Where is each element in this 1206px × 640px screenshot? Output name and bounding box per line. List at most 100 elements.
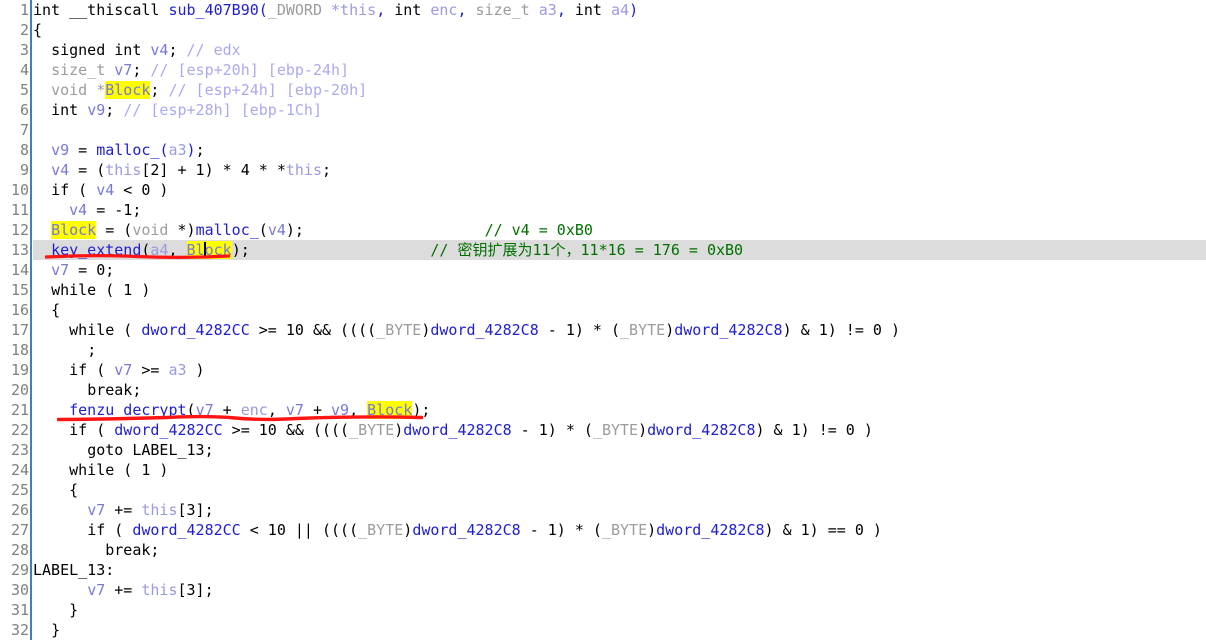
line-number: 13: [10, 241, 29, 259]
global-dword-4282CC[interactable]: dword_4282CC: [114, 421, 222, 439]
local-var-v7[interactable]: v7: [51, 261, 69, 279]
global-dword-4282C8[interactable]: dword_4282C8: [647, 421, 755, 439]
pseudocode-editor[interactable]: 1 2 3 4 5 6 7 8 9 10 11 12 13 14 15 16 1…: [0, 0, 1206, 640]
cast-byte: _BYTE: [592, 421, 639, 439]
code-line-28[interactable]: break;: [33, 540, 1206, 560]
kw-signed: signed: [51, 41, 106, 59]
local-var-v9[interactable]: v9: [51, 141, 69, 159]
empty-statement: ;: [87, 341, 97, 359]
local-var-v7[interactable]: v7: [114, 61, 132, 79]
code-line-17[interactable]: while ( dword_4282CC >= 10 && ((((_BYTE)…: [33, 320, 1206, 340]
code-line-1[interactable]: int __thiscall sub_407B90(_DWORD *this, …: [33, 0, 1206, 20]
code-line-29[interactable]: LABEL_13:: [33, 560, 1206, 580]
type-int: int: [114, 41, 142, 59]
global-dword-4282CC[interactable]: dword_4282CC: [132, 521, 240, 539]
code-line-31[interactable]: }: [33, 600, 1206, 620]
line-number: 28: [10, 541, 29, 559]
param-a4: a4: [150, 241, 169, 259]
code-line-15[interactable]: while ( 1 ): [33, 280, 1206, 300]
line-number: 29: [10, 561, 29, 579]
code-line-5[interactable]: void *Block; // [esp+24h] [ebp-20h]: [33, 80, 1206, 100]
kw-goto: goto: [87, 441, 124, 459]
code-line-14[interactable]: v7 = 0;: [33, 260, 1206, 280]
code-line-7[interactable]: [33, 120, 1206, 140]
code-line-23[interactable]: goto LABEL_13;: [33, 440, 1206, 460]
global-dword-4282C8[interactable]: dword_4282C8: [430, 321, 538, 339]
code-line-20[interactable]: break;: [33, 380, 1206, 400]
code-line-24[interactable]: while ( 1 ): [33, 460, 1206, 480]
param-a3: a3: [168, 141, 187, 159]
code-line-9[interactable]: v4 = (this[2] + 1) * 4 * *this;: [33, 160, 1206, 180]
local-var-v9[interactable]: v9: [87, 101, 105, 119]
type-dword: _DWORD: [267, 1, 322, 19]
line-number: 19: [10, 361, 29, 379]
line-number: 20: [10, 381, 29, 399]
comma: ,: [556, 1, 575, 19]
brace-open: {: [69, 481, 79, 499]
local-var-v9[interactable]: v9: [331, 401, 349, 419]
global-dword-4282C8[interactable]: dword_4282C8: [403, 421, 511, 439]
local-var-block[interactable]: Block: [105, 81, 151, 99]
line-number: 2: [19, 21, 29, 39]
comma: ,: [376, 1, 395, 19]
global-dword-4282C8[interactable]: dword_4282C8: [412, 521, 520, 539]
local-var-v7[interactable]: v7: [87, 581, 105, 599]
local-var-v4[interactable]: v4: [268, 221, 286, 239]
line-number: 21: [10, 401, 29, 419]
code-line-16[interactable]: {: [33, 300, 1206, 320]
label-def[interactable]: LABEL_13:: [33, 561, 114, 579]
code-line-11[interactable]: v4 = -1;: [33, 200, 1206, 220]
line-number: 3: [19, 41, 29, 59]
call-key-extend[interactable]: key_extend: [51, 241, 141, 259]
local-var-v4[interactable]: v4: [96, 181, 114, 199]
local-var-block[interactable]: Block: [186, 241, 232, 259]
semicolon: ;: [168, 41, 178, 59]
local-var-v7[interactable]: v7: [114, 361, 132, 379]
local-var-v7[interactable]: v7: [87, 501, 105, 519]
code-line-22[interactable]: if ( dword_4282CC >= 10 && ((((_BYTE)dwo…: [33, 420, 1206, 440]
local-var-v4[interactable]: v4: [51, 161, 69, 179]
local-var-block[interactable]: Block: [51, 221, 97, 239]
code-line-27[interactable]: if ( dword_4282CC < 10 || ((((_BYTE)dwor…: [33, 520, 1206, 540]
code-line-25[interactable]: {: [33, 480, 1206, 500]
local-var-v4[interactable]: v4: [69, 201, 87, 219]
label-ref[interactable]: LABEL_13: [132, 441, 204, 459]
code-line-13[interactable]: key_extend(a4, Block); // 密钥扩展为11个，11*16…: [0, 240, 1206, 260]
code-line-32[interactable]: }: [33, 620, 1206, 640]
code-line-10[interactable]: if ( v4 < 0 ): [33, 180, 1206, 200]
local-var-v7[interactable]: v7: [286, 401, 304, 419]
global-dword-4282C8[interactable]: dword_4282C8: [674, 321, 782, 339]
code-line-4[interactable]: size_t v7; // [esp+20h] [ebp-24h]: [33, 60, 1206, 80]
code-line-18[interactable]: ;: [33, 340, 1206, 360]
code-line-8[interactable]: v9 = malloc_(a3);: [33, 140, 1206, 160]
code-line-12[interactable]: Block = (void *)malloc_(v4); // v4 = 0xB…: [33, 220, 1206, 240]
code-lines[interactable]: int __thiscall sub_407B90(_DWORD *this, …: [0, 0, 1206, 640]
user-comment-chinese[interactable]: // 密钥扩展为11个，11*16 = 176 = 0xB0: [430, 241, 743, 259]
code-line-21[interactable]: fenzu_decrypt(v7 + enc, v7 + v9, Block);: [33, 400, 1206, 420]
function-name[interactable]: sub_407B90: [168, 1, 258, 19]
line-number: 11: [10, 201, 29, 219]
global-dword-4282C8[interactable]: dword_4282C8: [656, 521, 764, 539]
code-line-30[interactable]: v7 += this[3];: [33, 580, 1206, 600]
local-var-block[interactable]: Block: [367, 401, 413, 419]
kw-break: break;: [87, 381, 142, 399]
line-number: 6: [19, 101, 29, 119]
call-fenzu-decrypt[interactable]: fenzu_decrypt: [69, 401, 186, 419]
code-line-6[interactable]: int v9; // [esp+28h] [ebp-1Ch]: [33, 100, 1206, 120]
local-var-v7[interactable]: v7: [196, 401, 214, 419]
code-line-26[interactable]: v7 += this[3];: [33, 500, 1206, 520]
param-this: this: [141, 581, 178, 599]
code-line-2[interactable]: {: [33, 20, 1206, 40]
type-int: int: [394, 1, 422, 19]
type-size-t: size_t: [475, 1, 530, 19]
global-dword-4282CC[interactable]: dword_4282CC: [141, 321, 249, 339]
code-line-19[interactable]: if ( v7 >= a3 ): [33, 360, 1206, 380]
line-number: 32: [10, 621, 29, 639]
user-comment[interactable]: // v4 = 0xB0: [485, 221, 593, 239]
line-number: 8: [19, 141, 29, 159]
call-malloc[interactable]: malloc_: [96, 141, 159, 159]
code-line-3[interactable]: signed int v4; // edx: [33, 40, 1206, 60]
local-var-v4[interactable]: v4: [150, 41, 168, 59]
type-int: int: [33, 1, 61, 19]
call-malloc[interactable]: malloc_: [196, 221, 259, 239]
